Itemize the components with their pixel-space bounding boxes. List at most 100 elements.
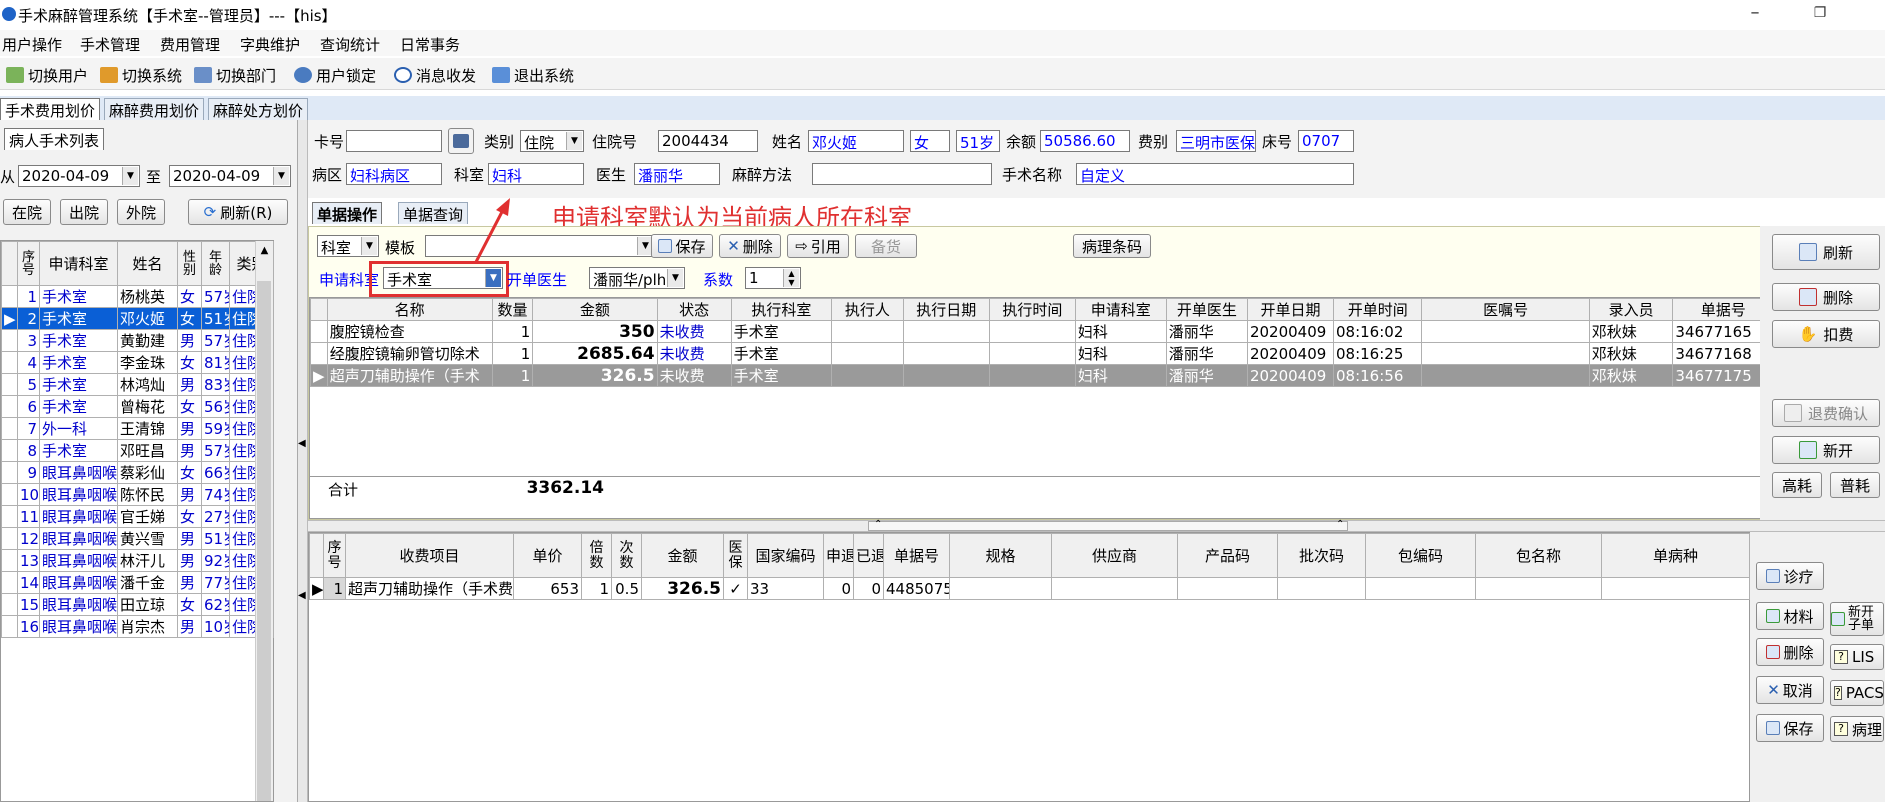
- detail-col-header[interactable]: 批次码: [1277, 533, 1366, 578]
- discharged-button[interactable]: 出院: [60, 199, 108, 225]
- table-row[interactable]: 5手术室林鸿灿男83岁住院: [1, 373, 274, 396]
- chevron-left-icon[interactable]: ◀: [298, 590, 306, 601]
- table-row[interactable]: 10眼耳鼻咽喉陈怀民男74岁住院: [1, 483, 274, 506]
- scroll-up-icon[interactable]: ▲: [256, 245, 273, 256]
- order-col-header[interactable]: 名称: [326, 298, 493, 321]
- col-age[interactable]: 年龄: [201, 241, 230, 286]
- in-hospital-button[interactable]: 在院: [3, 199, 51, 225]
- chevron-left-icon[interactable]: ◀: [298, 438, 306, 449]
- detail-cancel-button[interactable]: ✕ 取消: [1756, 676, 1824, 704]
- maximize-icon[interactable]: ❐: [1800, 5, 1840, 21]
- detail-col-header[interactable]: 国家编码: [747, 533, 824, 578]
- detail-col-header[interactable]: 包编码: [1365, 533, 1476, 578]
- chevron-down-icon[interactable]: ▼: [361, 237, 377, 255]
- order-doctor-select[interactable]: 潘丽华/plh ▼: [589, 267, 685, 289]
- table-row[interactable]: 12眼耳鼻咽喉黄兴雪男51岁住院: [1, 527, 274, 550]
- detail-col-header[interactable]: 金额: [641, 533, 724, 578]
- menu-daily[interactable]: 日常事务: [400, 34, 460, 55]
- chevron-down-icon[interactable]: ▼: [667, 269, 683, 287]
- table-row[interactable]: 15眼耳鼻咽喉田立琼女62岁住院: [1, 593, 274, 616]
- material-button[interactable]: 材料: [1756, 602, 1824, 630]
- detail-col-header[interactable]: 次数: [611, 533, 642, 578]
- detail-col-header[interactable]: 收费项目: [345, 533, 514, 578]
- chevron-down-icon[interactable]: ▼: [273, 167, 289, 185]
- tab-order-ops[interactable]: 单据操作: [312, 202, 383, 224]
- order-col-header[interactable]: 执行人: [831, 298, 904, 321]
- insurance-checkbox[interactable]: ✓: [723, 577, 748, 600]
- messages-button[interactable]: 消息收发: [394, 64, 476, 86]
- chevron-down-icon[interactable]: ▼: [566, 132, 582, 150]
- detail-col-header[interactable]: 产品码: [1177, 533, 1278, 578]
- detail-col-header[interactable]: 供应商: [1051, 533, 1178, 578]
- table-row[interactable]: 14眼耳鼻咽喉潘千金男77岁住院: [1, 571, 274, 594]
- order-col-header[interactable]: 金额: [532, 298, 658, 321]
- refresh-list-button[interactable]: ⟳ 刷新(R): [188, 199, 288, 225]
- tab-anesthesia-rx[interactable]: 麻醉处方划价: [208, 98, 309, 120]
- refund-confirm-button[interactable]: 退费确认: [1772, 399, 1880, 427]
- table-row[interactable]: ▶1超声刀辅助操作（手术费15065310.5326.5✓33004485075…: [309, 577, 1750, 600]
- table-row[interactable]: 4手术室李金珠女81岁住院: [1, 351, 274, 374]
- col-name[interactable]: 姓名: [117, 241, 178, 286]
- type-select[interactable]: 住院 ▼: [520, 130, 584, 152]
- card-reader-button[interactable]: [448, 128, 474, 154]
- horizontal-splitter[interactable]: ⌃ ⌃: [308, 519, 1885, 532]
- lis-button[interactable]: ? LIS: [1830, 644, 1884, 670]
- order-col-header[interactable]: 申请科室: [1074, 298, 1167, 321]
- table-row[interactable]: 腹腔镜检查 1 350 未收费 手术室 妇科 潘丽华 20200409 08:16:02 邓秋妹 3…: [310, 320, 1774, 343]
- order-delete-button[interactable]: ✕ 删除: [719, 234, 781, 258]
- order-col-header[interactable]: 医嘱号: [1421, 298, 1590, 321]
- menu-fees[interactable]: 费用管理: [160, 34, 220, 55]
- minimize-icon[interactable]: –: [1735, 2, 1775, 23]
- pacs-button[interactable]: ? PACS: [1830, 680, 1884, 706]
- pathology-barcode-button[interactable]: 病理条码: [1073, 234, 1151, 258]
- detail-col-header[interactable]: 包名称: [1475, 533, 1602, 578]
- table-row[interactable]: 9眼耳鼻咽喉蔡彩仙女66岁住院: [1, 461, 274, 484]
- chevron-down-icon[interactable]: ▼: [122, 167, 138, 185]
- detail-col-header[interactable]: 医保: [723, 533, 748, 578]
- switch-system-button[interactable]: 切换系统: [100, 64, 182, 86]
- anesthesia-field[interactable]: [812, 163, 992, 185]
- table-row[interactable]: 经腹腔镜输卵管切除术 1 2685.64 未收费 手术室 妇科 潘丽华 20200409 08:…: [310, 342, 1774, 365]
- order-reference-button[interactable]: ⇨ 引用: [787, 234, 849, 258]
- spin-icon[interactable]: ▲ ▼: [783, 269, 799, 287]
- dept-filter-select[interactable]: 科室 ▼: [317, 235, 379, 257]
- detail-col-header[interactable]: 单价: [513, 533, 582, 578]
- treatment-button[interactable]: 诊疗: [1756, 562, 1824, 590]
- tab-surgery-fees[interactable]: 手术费用划价: [0, 98, 101, 120]
- outside-button[interactable]: 外院: [117, 199, 165, 225]
- scroll-thumb[interactable]: [257, 281, 271, 801]
- from-date-field[interactable]: 2020-04-09 ▼: [18, 165, 140, 187]
- table-row[interactable]: 11眼耳鼻咽喉官壬娣女27岁住院: [1, 505, 274, 528]
- exit-system-button[interactable]: 退出系统: [492, 64, 574, 86]
- order-col-header[interactable]: 执行科室: [730, 298, 833, 321]
- col-sex[interactable]: 性别: [177, 241, 202, 286]
- refresh-button[interactable]: 刷新: [1772, 234, 1880, 270]
- tab-anesthesia-fees[interactable]: 麻醉费用划价: [104, 98, 205, 120]
- detail-col-header[interactable]: 序号: [323, 533, 346, 578]
- switch-user-button[interactable]: 切换用户: [6, 64, 88, 86]
- col-apply-dept[interactable]: 申请科室: [39, 241, 118, 286]
- table-row[interactable]: 13眼耳鼻咽喉林汗儿男92岁住院: [1, 549, 274, 572]
- table-row[interactable]: 16眼耳鼻咽喉肖宗杰男10岁住院: [1, 615, 274, 638]
- table-row[interactable]: 6手术室曾梅花女56岁住院: [1, 395, 274, 418]
- chevron-up-icon[interactable]: ⌃: [874, 519, 882, 530]
- table-row[interactable]: ▶ 超声刀辅助操作（手术 1 326.5 未收费 手术室 妇科 潘丽华 20200409 08:1…: [310, 364, 1774, 387]
- detail-save-button[interactable]: 保存: [1756, 714, 1824, 742]
- menu-query[interactable]: 查询统计: [320, 34, 380, 55]
- detail-col-header[interactable]: 规格: [949, 533, 1052, 578]
- card-input[interactable]: [346, 130, 442, 152]
- detail-col-header[interactable]: 倍数: [581, 533, 612, 578]
- table-row[interactable]: 7外一科王清锦男59岁住院: [1, 417, 274, 440]
- new-order-button[interactable]: 新开: [1772, 436, 1880, 464]
- high-consumable-button[interactable]: 高耗: [1772, 472, 1822, 498]
- detail-col-header[interactable]: 申退数: [823, 533, 854, 578]
- order-col-header[interactable]: 执行时间: [988, 298, 1076, 321]
- table-row[interactable]: ▶2手术室邓火姬女51岁住院: [1, 307, 274, 330]
- order-col-header[interactable]: 录入员: [1588, 298, 1674, 321]
- detail-col-header[interactable]: 已退数: [853, 533, 884, 578]
- order-col-header[interactable]: 状态: [656, 298, 732, 321]
- chevron-up-icon[interactable]: ⌃: [1336, 519, 1344, 530]
- table-row[interactable]: 1手术室杨桃英女57岁住院: [1, 285, 274, 308]
- order-col-header[interactable]: 数量: [491, 298, 534, 321]
- order-col-header[interactable]: 开单日期: [1246, 298, 1335, 321]
